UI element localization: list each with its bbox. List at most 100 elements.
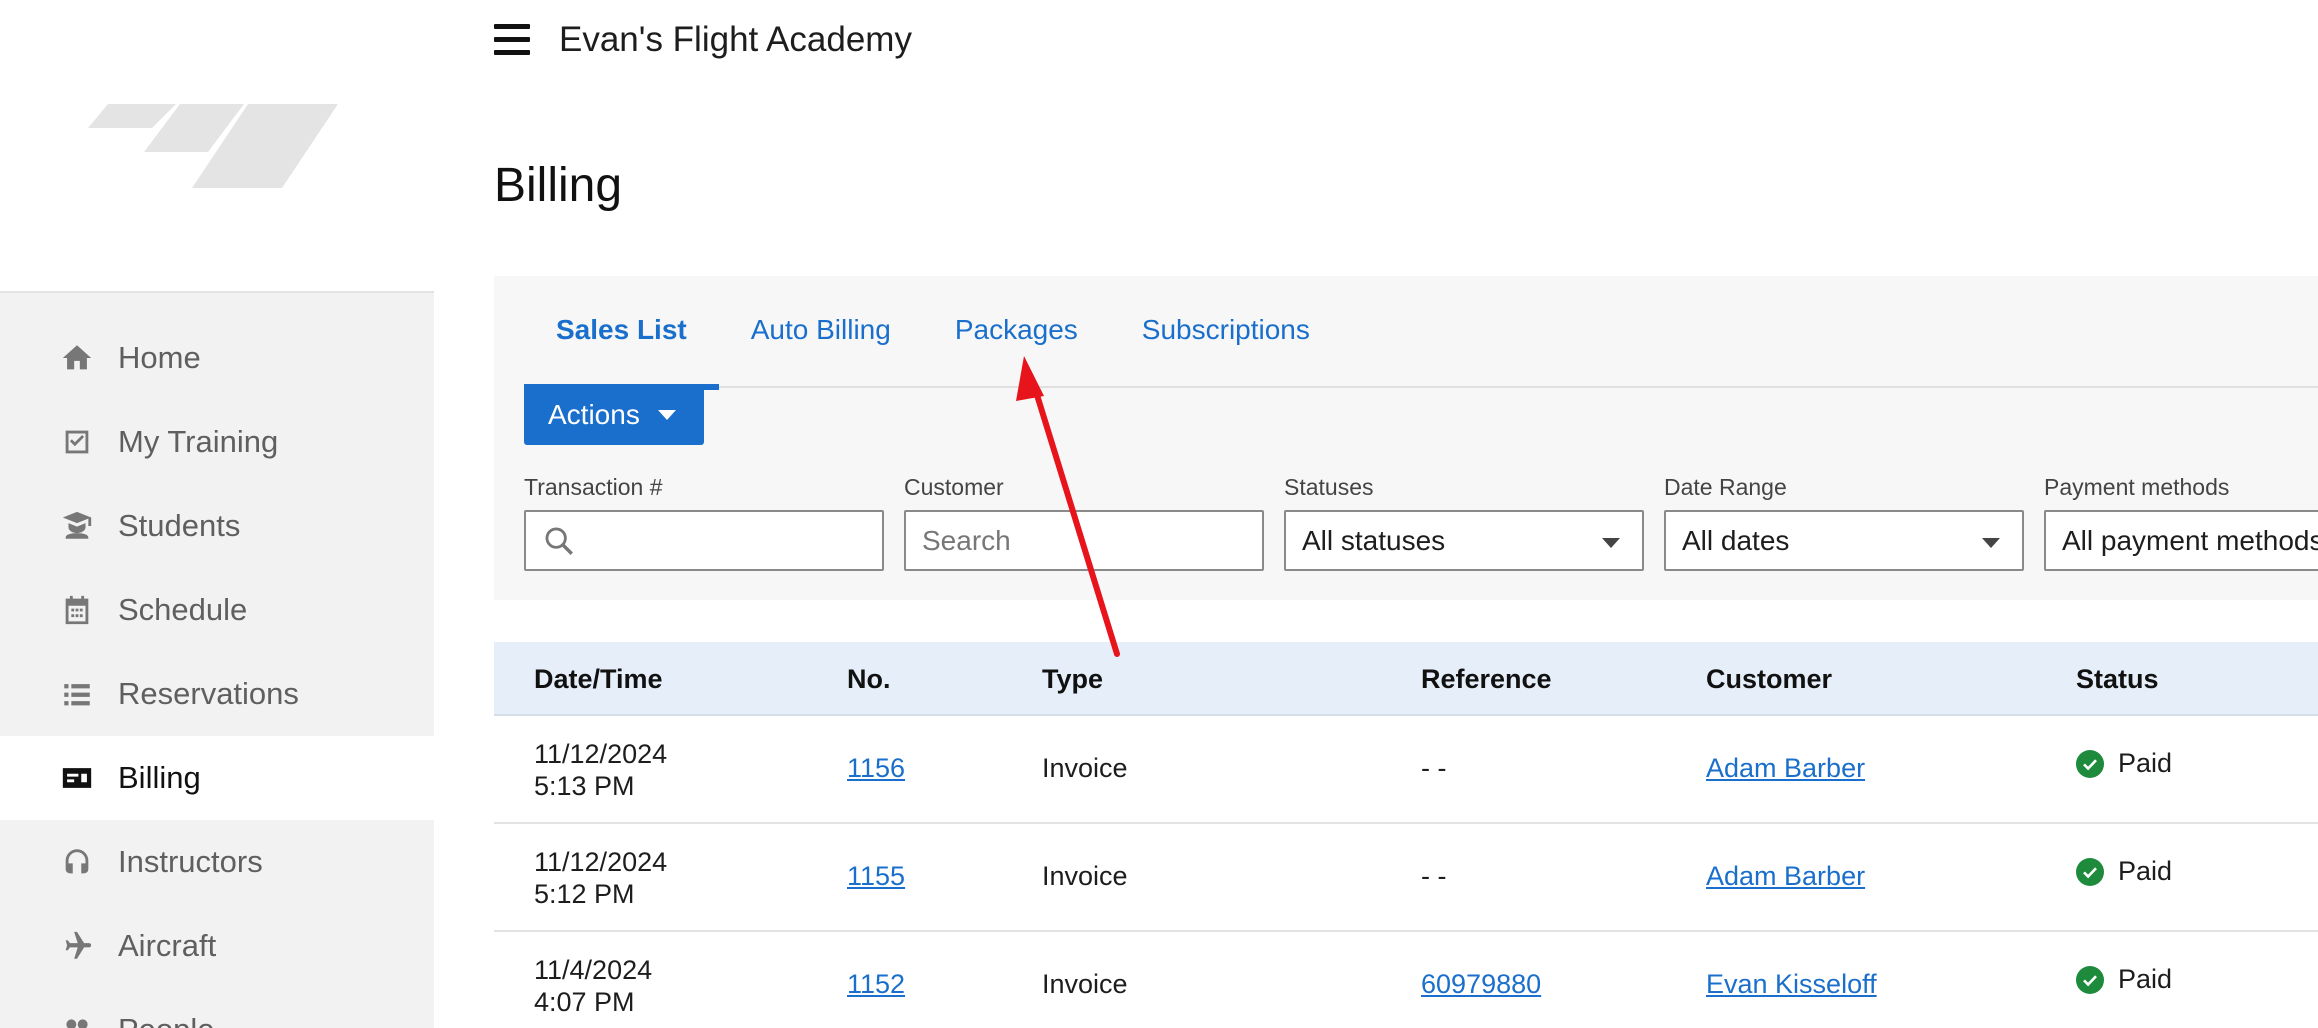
tab-packages[interactable]: Packages bbox=[923, 302, 1110, 388]
chevron-down-icon bbox=[1982, 538, 2000, 548]
header-customer[interactable]: Customer bbox=[1706, 664, 1832, 695]
check-circle-icon bbox=[2076, 749, 2104, 778]
checkbox-icon bbox=[58, 423, 96, 461]
airplane-icon bbox=[58, 927, 96, 965]
sidebar-item-instructors[interactable]: Instructors bbox=[0, 820, 434, 904]
status-badge: Paid bbox=[2076, 748, 2172, 779]
sidebar-item-label: Instructors bbox=[118, 844, 263, 879]
filter-label: Date Range bbox=[1664, 474, 1787, 500]
filter-date-range: Date Range All dates bbox=[1664, 474, 2024, 571]
date-range-select[interactable]: All dates bbox=[1664, 510, 2024, 571]
sidebar-item-label: Aircraft bbox=[118, 928, 217, 963]
statuses-select[interactable]: All statuses bbox=[1284, 510, 1644, 571]
filter-label: Transaction # bbox=[524, 474, 663, 500]
billing-tabs: Sales List Auto Billing Packages Subscri… bbox=[524, 302, 2318, 390]
cell-type: Invoice bbox=[1042, 861, 1128, 891]
payment-methods-select[interactable]: All payment methods bbox=[2044, 510, 2318, 571]
table-header: Date/Time No. Type Reference Customer St… bbox=[494, 642, 2318, 716]
payment-methods-select-value: All payment methods bbox=[2062, 524, 2318, 556]
sales-table: Date/Time No. Type Reference Customer St… bbox=[494, 642, 2318, 1028]
header-status[interactable]: Status bbox=[2076, 664, 2159, 695]
cell-time: 4:07 PM bbox=[534, 987, 635, 1017]
header-reference[interactable]: Reference bbox=[1421, 664, 1552, 695]
search-icon bbox=[545, 527, 573, 555]
check-circle-icon bbox=[2076, 965, 2104, 994]
header-type[interactable]: Type bbox=[1042, 664, 1103, 695]
customer-search-input[interactable]: Search bbox=[904, 510, 1264, 571]
customer-link[interactable]: Adam Barber bbox=[1706, 753, 1865, 784]
people-icon bbox=[58, 1011, 96, 1028]
cell-time: 5:13 PM bbox=[534, 771, 635, 801]
status-badge: Paid bbox=[2076, 856, 2172, 887]
sidebar-item-schedule[interactable]: Schedule bbox=[0, 568, 434, 652]
sidebar-item-aircraft[interactable]: Aircraft bbox=[0, 904, 434, 988]
sidebar-item-people[interactable]: People bbox=[0, 988, 434, 1028]
sidebar-nav: Home My Training Students Schedule Reser… bbox=[0, 316, 434, 1028]
status-text: Paid bbox=[2118, 748, 2173, 778]
customer-link[interactable]: Evan Kisseloff bbox=[1706, 969, 1877, 1000]
sidebar-item-students[interactable]: Students bbox=[0, 484, 434, 568]
cell-type: Invoice bbox=[1042, 969, 1128, 999]
cell-reference: - - bbox=[1421, 753, 1447, 783]
header-date-time[interactable]: Date/Time bbox=[534, 664, 663, 695]
list-icon bbox=[58, 675, 96, 713]
billing-panel: Sales List Auto Billing Packages Subscri… bbox=[494, 276, 2318, 600]
status-text: Paid bbox=[2118, 964, 2173, 994]
status-badge: Paid bbox=[2076, 964, 2172, 995]
table-row[interactable]: 11/4/2024 4:07 PM 1152 Invoice 60979880 … bbox=[494, 932, 2318, 1028]
customer-link[interactable]: Adam Barber bbox=[1706, 861, 1865, 892]
cell-date: 11/12/2024 bbox=[534, 739, 668, 769]
sidebar: Home My Training Students Schedule Reser… bbox=[0, 0, 434, 1028]
sidebar-item-my-training[interactable]: My Training bbox=[0, 400, 434, 484]
filter-transaction: Transaction # bbox=[524, 474, 884, 571]
menu-hamburger-icon[interactable] bbox=[494, 24, 530, 56]
headset-icon bbox=[58, 843, 96, 881]
billing-card-icon bbox=[58, 759, 96, 797]
tab-subscriptions[interactable]: Subscriptions bbox=[1110, 302, 1342, 388]
date-range-select-value: All dates bbox=[1682, 524, 1790, 556]
app-title: Evan's Flight Academy bbox=[559, 20, 912, 59]
sidebar-item-label: Students bbox=[118, 508, 241, 543]
sidebar-item-label: Billing bbox=[118, 760, 201, 795]
sidebar-item-label: Schedule bbox=[118, 592, 248, 627]
filter-payment-methods: Payment methods All payment methods bbox=[2044, 474, 2318, 571]
cell-date: 11/4/2024 bbox=[534, 955, 653, 985]
sidebar-item-billing[interactable]: Billing bbox=[0, 736, 434, 820]
sidebar-item-label: Home bbox=[118, 340, 201, 375]
caret-down-icon bbox=[657, 409, 676, 420]
transaction-number-link[interactable]: 1155 bbox=[847, 861, 905, 892]
table-row[interactable]: 11/12/2024 5:12 PM 1155 Invoice - - Adam… bbox=[494, 824, 2318, 932]
statuses-select-value: All statuses bbox=[1302, 524, 1446, 556]
filter-label: Payment methods bbox=[2044, 474, 2230, 500]
transaction-number-link[interactable]: 1152 bbox=[847, 969, 905, 1000]
cell-date-time: 11/12/2024 5:13 PM bbox=[534, 738, 667, 802]
transaction-number-link[interactable]: 1156 bbox=[847, 753, 905, 784]
sidebar-item-label: People bbox=[118, 1012, 215, 1028]
sidebar-item-home[interactable]: Home bbox=[0, 316, 434, 400]
sidebar-item-label: My Training bbox=[118, 424, 279, 459]
filter-customer: Customer Search bbox=[904, 474, 1264, 571]
page-title: Billing bbox=[494, 159, 623, 212]
check-circle-icon bbox=[2076, 857, 2104, 886]
tab-auto-billing[interactable]: Auto Billing bbox=[719, 302, 923, 388]
home-icon bbox=[58, 339, 96, 377]
table-row[interactable]: 11/12/2024 5:13 PM 1156 Invoice - - Adam… bbox=[494, 716, 2318, 824]
actions-button-label: Actions bbox=[548, 398, 640, 430]
cell-date-time: 11/12/2024 5:12 PM bbox=[534, 846, 667, 910]
cell-reference: - - bbox=[1421, 861, 1447, 891]
transaction-input[interactable] bbox=[524, 510, 884, 571]
status-text: Paid bbox=[2118, 856, 2173, 886]
calendar-icon bbox=[58, 591, 96, 629]
cell-type: Invoice bbox=[1042, 753, 1128, 783]
student-icon bbox=[58, 507, 96, 545]
filter-statuses: Statuses All statuses bbox=[1284, 474, 1644, 571]
academy-logo bbox=[88, 104, 338, 188]
reference-link[interactable]: 60979880 bbox=[1421, 969, 1541, 1000]
tab-sales-list[interactable]: Sales List bbox=[524, 302, 719, 390]
header-number[interactable]: No. bbox=[847, 664, 891, 695]
filter-label: Customer bbox=[904, 474, 1004, 500]
sidebar-item-reservations[interactable]: Reservations bbox=[0, 652, 434, 736]
actions-button[interactable]: Actions bbox=[524, 384, 704, 445]
cell-date: 11/12/2024 bbox=[534, 847, 668, 877]
logo-area bbox=[0, 0, 434, 293]
